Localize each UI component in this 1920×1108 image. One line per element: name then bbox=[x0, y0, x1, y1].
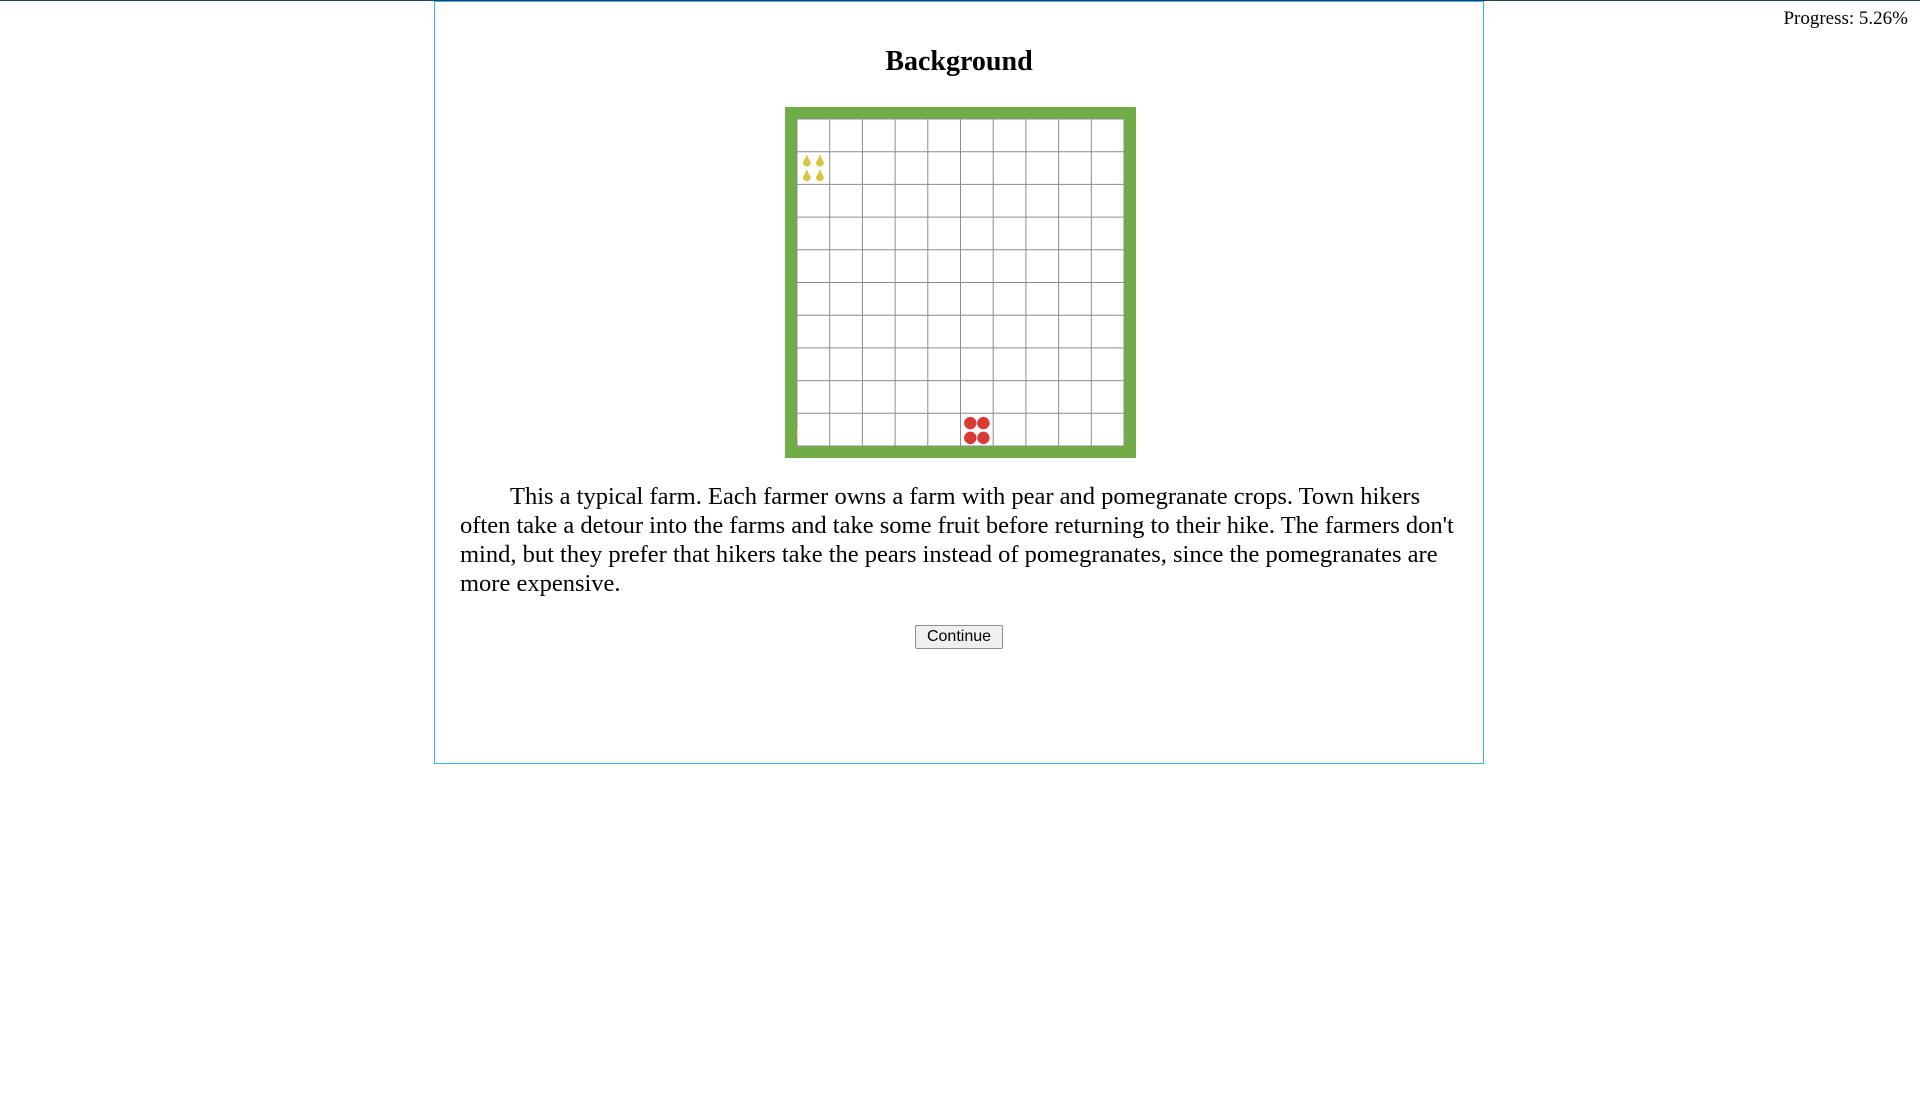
background-description: This a typical farm. Each farmer owns a … bbox=[460, 483, 1454, 597]
pomegranate-icon bbox=[964, 431, 977, 445]
continue-button[interactable]: Continue bbox=[914, 625, 1004, 649]
continue-row: Continue bbox=[435, 625, 1483, 649]
page-title: Background bbox=[885, 46, 1033, 77]
pomegranate-icon bbox=[977, 416, 990, 430]
content-panel: Background This a typical farm. Each far… bbox=[434, 1, 1484, 764]
pomegranate-icon bbox=[964, 416, 977, 430]
farm-grid bbox=[785, 107, 1136, 458]
progress-indicator: Progress: 5.26% bbox=[1783, 8, 1908, 29]
pomegranate-icon bbox=[977, 431, 990, 445]
